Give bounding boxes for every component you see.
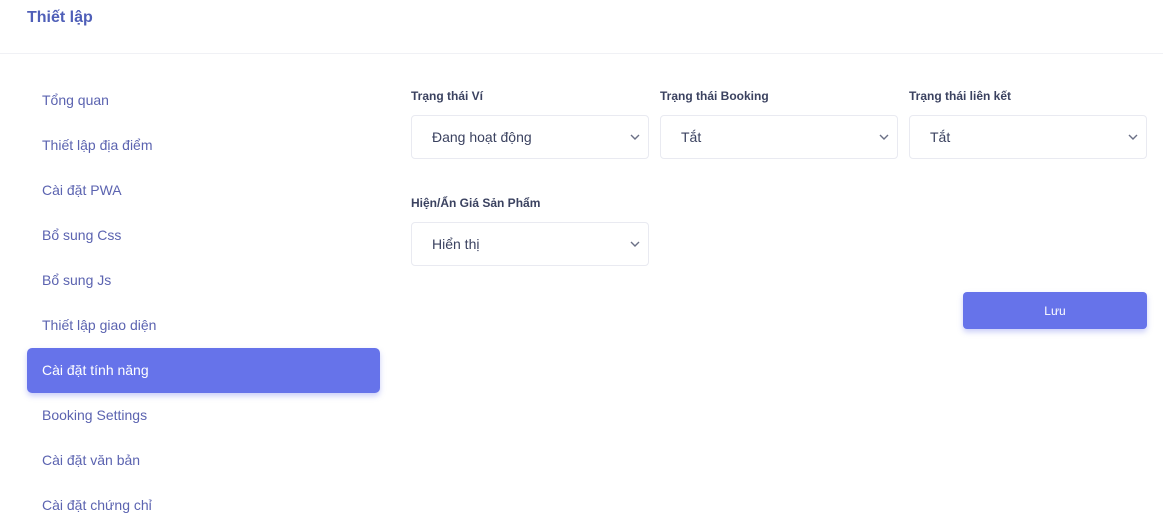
link-status-label: Trạng thái liên kết	[909, 89, 1012, 103]
wallet-status-value: Đang hoạt động	[432, 129, 532, 145]
sidebar-item-pwa-settings[interactable]: Cài đặt PWA	[27, 168, 380, 213]
page-title: Thiết lập	[27, 9, 93, 26]
sidebar-item-location-settings[interactable]: Thiết lập địa điểm	[27, 123, 380, 168]
chevron-down-icon	[879, 134, 889, 140]
sidebar-item-text-settings[interactable]: Cài đặt văn bản	[27, 438, 380, 483]
chevron-down-icon	[630, 134, 640, 140]
link-status-field: Trạng thái liên kết Tắt	[909, 88, 1147, 159]
wallet-status-label: Trạng thái Ví	[411, 89, 484, 103]
save-button[interactable]: Lưu	[963, 292, 1147, 329]
wallet-status-select[interactable]: Đang hoạt động	[411, 115, 649, 159]
price-visibility-label: Hiện/Ẩn Giá Sản Phẩm	[411, 196, 541, 210]
price-visibility-select[interactable]: Hiển thị	[411, 222, 649, 266]
link-status-select[interactable]: Tắt	[909, 115, 1147, 159]
header: Thiết lập	[0, 0, 1163, 54]
sidebar-item-certificate-settings[interactable]: Cài đặt chứng chỉ	[27, 483, 380, 528]
booking-status-label: Trạng thái Booking	[660, 89, 769, 103]
sidebar-item-custom-js[interactable]: Bổ sung Js	[27, 258, 380, 303]
price-visibility-value: Hiển thị	[432, 236, 480, 252]
chevron-down-icon	[1128, 134, 1138, 140]
link-status-value: Tắt	[930, 129, 951, 145]
sidebar-item-theme-settings[interactable]: Thiết lập giao diện	[27, 303, 380, 348]
booking-status-value: Tắt	[681, 129, 702, 145]
chevron-down-icon	[630, 241, 640, 247]
sidebar-item-custom-css[interactable]: Bổ sung Css	[27, 213, 380, 258]
booking-status-field: Trạng thái Booking Tắt	[660, 88, 898, 159]
price-visibility-field: Hiện/Ẩn Giá Sản Phẩm Hiển thị	[411, 195, 649, 266]
booking-status-select[interactable]: Tắt	[660, 115, 898, 159]
sidebar-item-booking-settings[interactable]: Booking Settings	[27, 393, 380, 438]
sidebar-item-feature-settings[interactable]: Cài đặt tính năng	[27, 348, 380, 393]
settings-sidebar: Tổng quan Thiết lập địa điểm Cài đặt PWA…	[27, 78, 380, 528]
sidebar-item-overview[interactable]: Tổng quan	[27, 78, 380, 123]
wallet-status-field: Trạng thái Ví Đang hoạt động	[411, 88, 649, 159]
